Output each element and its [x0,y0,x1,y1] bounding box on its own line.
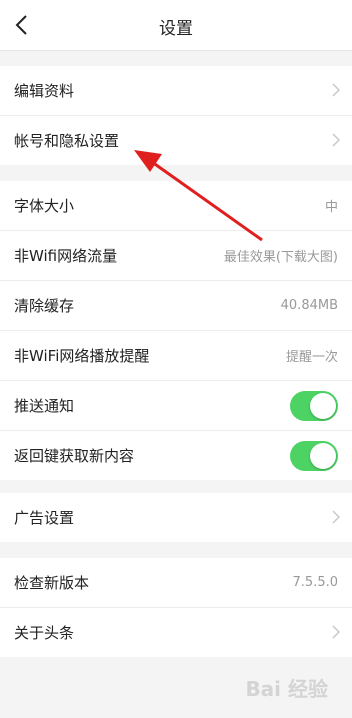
back-key-refresh-label: 返回键获取新内容 [14,447,135,465]
non-wifi-traffic-label: 非Wifi网络流量 [14,247,118,265]
back-key-refresh-item: 返回键获取新内容 [0,431,352,480]
chevron-right-icon [332,133,340,147]
header-bar: 设置 [0,0,352,51]
check-update-label: 检查新版本 [14,574,90,592]
clear-cache-label: 清除缓存 [14,297,75,315]
non-wifi-play-reminder-label: 非WiFi网络播放提醒 [14,347,150,365]
cache-size-value: 40.84MB [280,298,338,313]
toggle-knob [310,443,336,469]
font-size-label: 字体大小 [14,197,75,215]
account-privacy-item[interactable]: 帐号和隐私设置 [0,116,352,165]
page-title: 设置 [159,19,193,39]
font-size-value: 中 [324,200,338,215]
app-version-value: 7.5.5.0 [292,575,338,590]
about-item[interactable]: 关于头条 [0,608,352,657]
push-notification-item: 推送通知 [0,381,352,431]
chevron-right-icon [332,510,340,524]
chevron-right-icon [332,625,340,639]
toggle-knob [310,393,336,419]
non-wifi-traffic-item[interactable]: 非Wifi网络流量 最佳效果(下载大图) [0,231,352,281]
account-privacy-label: 帐号和隐私设置 [14,132,120,150]
about-label: 关于头条 [14,624,75,642]
settings-group-about: 检查新版本 7.5.5.0 关于头条 [0,558,352,657]
non-wifi-traffic-value: 最佳效果(下载大图) [223,250,338,265]
non-wifi-play-reminder-value: 提醒一次 [285,350,338,365]
edit-profile-label: 编辑资料 [14,82,75,100]
ad-settings-label: 广告设置 [14,509,75,527]
push-notification-label: 推送通知 [14,397,75,415]
ad-settings-item[interactable]: 广告设置 [0,493,352,542]
check-update-item[interactable]: 检查新版本 7.5.5.0 [0,558,352,608]
settings-group-account: 编辑资料 帐号和隐私设置 [0,66,352,165]
clear-cache-item[interactable]: 清除缓存 40.84MB [0,281,352,331]
chevron-right-icon [332,83,340,97]
push-notification-toggle[interactable] [290,391,338,421]
non-wifi-play-reminder-item[interactable]: 非WiFi网络播放提醒 提醒一次 [0,331,352,381]
edit-profile-item[interactable]: 编辑资料 [0,66,352,116]
font-size-item[interactable]: 字体大小 中 [0,181,352,231]
settings-group-ads: 广告设置 [0,493,352,542]
settings-group-general: 字体大小 中 非Wifi网络流量 最佳效果(下载大图) 清除缓存 40.84MB… [0,181,352,480]
back-key-refresh-toggle[interactable] [290,441,338,471]
watermark-logo: Bai 经验 [245,677,328,701]
